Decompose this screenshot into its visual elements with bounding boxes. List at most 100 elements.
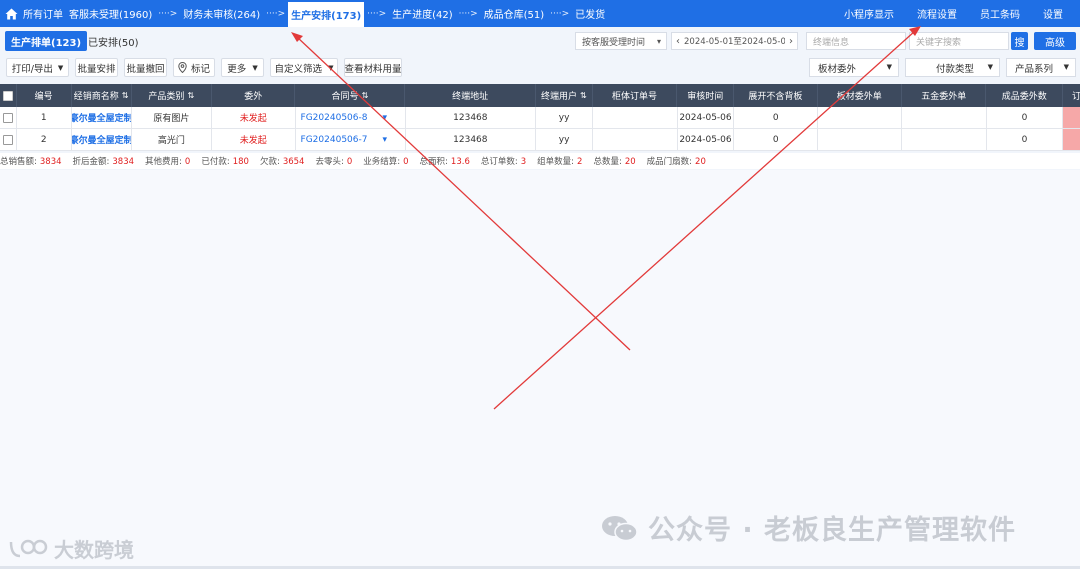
cell-hardware-outsource-order	[902, 129, 987, 150]
cell-terminal-user: yy	[536, 107, 594, 128]
header-label: 委外	[244, 92, 263, 102]
summary-value: 0	[184, 157, 191, 167]
chevron-left-icon[interactable]: ‹	[672, 36, 684, 47]
view-material-button[interactable]: 查看材料用量	[344, 58, 402, 77]
more-button[interactable]: 更多 ▼	[221, 58, 264, 77]
cell-dealer[interactable]: 豪尔曼全屋定制	[72, 107, 132, 128]
employee-code-link[interactable]: 员工条码	[980, 6, 1020, 21]
nav-step-finance-unreviewed[interactable]: 财务未审核(264)	[180, 0, 263, 27]
summary-total-sales: 总销售额: 3834	[0, 155, 62, 167]
row-checkbox[interactable]	[2, 112, 13, 123]
dropdown-dot-icon[interactable]: ▾	[382, 135, 387, 145]
advanced-button[interactable]: 高级	[1034, 32, 1076, 50]
summary-value: 13.6	[450, 157, 470, 167]
mark-button[interactable]: 标记	[173, 58, 215, 77]
cell-outsource-status[interactable]: 未发起	[212, 107, 296, 128]
header-label: 合同号	[331, 92, 359, 102]
col-hardware-outsource-order: 五金委外单	[902, 84, 987, 107]
time-type-select[interactable]: 按客服受理时间 ▾	[575, 32, 667, 50]
product-series-label: 产品系列	[1015, 63, 1054, 75]
caret-down-icon: ▼	[886, 63, 892, 71]
cell-outsource-status[interactable]: 未发起	[212, 129, 296, 150]
col-extra: 订	[1063, 84, 1080, 107]
cell-review-time: 2024-05-06	[678, 129, 735, 150]
summary-business-settlement: 业务结算: 0	[363, 155, 408, 167]
col-category[interactable]: 产品类别 ⇅	[132, 84, 213, 107]
contract-link[interactable]: FG20240506-7	[301, 135, 368, 145]
brand-logo-icon	[9, 539, 48, 557]
col-dealer[interactable]: 经销商名称 ⇅	[72, 84, 132, 107]
flow-settings-link[interactable]: 流程设置	[917, 6, 957, 21]
payment-type-label: 付款类型	[936, 63, 975, 75]
nav-step-all-orders[interactable]: 所有订单	[20, 0, 66, 27]
top-nav: 所有订单 客服未受理(1960) ····> 财务未审核(264) ····> …	[0, 0, 1080, 27]
cell-dealer[interactable]: 豪尔曼全屋定制	[72, 129, 132, 150]
sort-icon[interactable]: ⇅	[122, 91, 129, 100]
batch-arrange-button[interactable]: 批量安排	[75, 58, 118, 77]
cell-extra-highlight	[1063, 129, 1080, 150]
cell-finished-outsource-count: 0	[987, 129, 1064, 150]
cell-cabinet-order	[593, 129, 678, 150]
settings-link[interactable]: 设置	[1043, 6, 1063, 21]
corner-watermark-text: 大数跨境	[54, 538, 134, 562]
mark-label: 标记	[190, 63, 210, 75]
summary-owed: 欠款: 3654	[260, 155, 305, 167]
flow-arrow: ····>	[367, 8, 387, 19]
orders-table: 编号 经销商名称 ⇅ 产品类别 ⇅ 委外 合同号 ⇅ 终端地址 终端用户 ⇅ 柜体订单号…	[0, 84, 1080, 151]
summary-value: 20	[695, 157, 706, 167]
table-row[interactable]: 1 豪尔曼全屋定制 原有图片 未发起 FG20240506-8 ▾ 123468 …	[0, 107, 1080, 129]
summary-group-orders: 组单数量: 2	[537, 155, 582, 167]
col-board-outsource-order: 板材委外单	[818, 84, 903, 107]
header-label: 终端用户	[541, 92, 578, 102]
cell-contract[interactable]: FG20240506-8 ▾	[296, 107, 406, 128]
batch-withdraw-button[interactable]: 批量撤回	[124, 58, 167, 77]
nav-step-cs-unaccepted[interactable]: 客服未受理(1960)	[66, 0, 155, 27]
print-export-button[interactable]: 打印/导出 ▼	[6, 58, 69, 77]
search-button[interactable]: 搜	[1011, 32, 1028, 50]
sort-icon[interactable]: ⇅	[187, 91, 194, 100]
col-contract[interactable]: 合同号 ⇅	[295, 84, 406, 107]
summary-label: 折后金额:	[72, 157, 110, 167]
flow-arrow: ····>	[266, 8, 286, 19]
header-label: 审核时间	[687, 92, 724, 102]
date-range-picker[interactable]: ‹ 2024-05-01至2024-05-06 ›	[671, 32, 798, 50]
tab-production-schedule[interactable]: 生产排单(123)	[5, 31, 88, 51]
date-range-value: 2024-05-01至2024-05-06	[684, 37, 785, 47]
table-header: 编号 经销商名称 ⇅ 产品类别 ⇅ 委外 合同号 ⇅ 终端地址 终端用户 ⇅ 柜体订单号…	[0, 84, 1080, 107]
table-row[interactable]: 2 豪尔曼全屋定制 高光门 未发起 FG20240506-7 ▾ 123468 y…	[0, 129, 1080, 151]
chevron-right-icon[interactable]: ›	[785, 36, 797, 47]
sort-icon[interactable]: ⇅	[580, 91, 587, 100]
summary-value: 3834	[112, 157, 135, 167]
cell-contract[interactable]: FG20240506-7 ▾	[296, 129, 406, 150]
summary-label: 总面积:	[419, 157, 448, 167]
select-all-checkbox[interactable]	[2, 90, 13, 101]
nav-step-production-arrange[interactable]: 生产安排(173)	[288, 2, 365, 27]
custom-filter-button[interactable]: 自定义筛选 ▼	[270, 58, 338, 77]
terminal-info-input[interactable]: 终端信息	[806, 32, 906, 50]
product-series-select[interactable]: 产品系列 ▼	[1006, 58, 1076, 77]
cell-category: 高光门	[132, 129, 213, 150]
summary-value: 3	[520, 157, 527, 167]
nav-step-shipped[interactable]: 已发货	[572, 0, 608, 27]
contract-link[interactable]: FG20240506-8	[301, 113, 368, 123]
tab-scheduled[interactable]: 已安排(50)	[82, 31, 145, 51]
dropdown-dot-icon[interactable]: ▾	[382, 113, 387, 123]
board-outsource-select[interactable]: 板材委外 ▼	[809, 58, 899, 77]
keyword-search-input[interactable]: 关键字搜索	[909, 32, 1009, 50]
payment-type-select[interactable]: 付款类型 ▼	[905, 58, 1000, 77]
flow-arrow: ····>	[550, 8, 570, 19]
home-icon[interactable]	[2, 0, 20, 27]
summary-label: 总数量:	[593, 157, 622, 167]
col-review-time: 审核时间	[677, 84, 735, 107]
row-checkbox[interactable]	[2, 134, 13, 145]
mini-program-link[interactable]: 小程序显示	[844, 6, 894, 21]
header-label: 板材委外单	[836, 92, 882, 102]
sort-icon[interactable]: ⇅	[362, 91, 369, 100]
nav-step-finished-warehouse[interactable]: 成品仓库(51)	[481, 0, 548, 27]
summary-other-fees: 其他费用: 0	[145, 155, 190, 167]
cell-extra-highlight	[1063, 107, 1080, 128]
nav-step-production-progress[interactable]: 生产进度(42)	[389, 0, 456, 27]
cell-review-time: 2024-05-06	[678, 107, 735, 128]
summary-value: 0	[403, 157, 409, 167]
col-terminal-user[interactable]: 终端用户 ⇅	[536, 84, 593, 107]
